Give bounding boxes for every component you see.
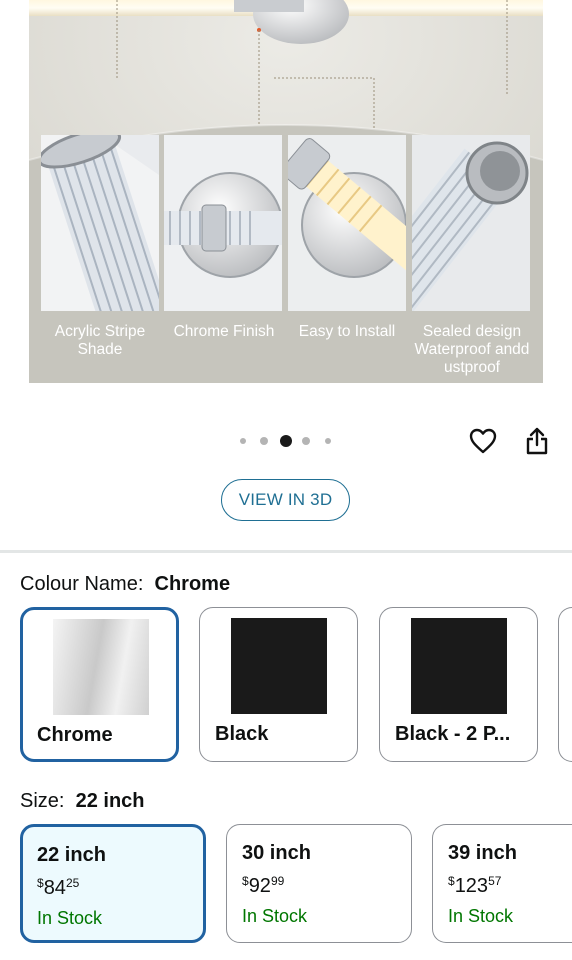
colour-option-partial[interactable] <box>558 607 572 762</box>
size-option-39-inch[interactable]: 39 inch $12357 In Stock <box>432 824 572 943</box>
black-swatch-image <box>231 618 327 714</box>
feature-image-acrylic-shade <box>41 135 159 311</box>
section-divider <box>0 550 572 553</box>
colour-option-black-2-pack[interactable]: Black - 2 P... <box>379 607 538 762</box>
feature-caption: Chrome Finish <box>173 323 275 340</box>
size-label: Size: <box>20 790 65 812</box>
carousel-dot[interactable] <box>302 437 310 445</box>
carousel-dot[interactable] <box>260 437 268 445</box>
colour-option-black[interactable]: Black <box>199 607 358 762</box>
feature-caption: Easy to Install <box>298 323 396 340</box>
size-label-row: Size: 22 inch <box>20 790 145 813</box>
carousel-dot[interactable] <box>325 438 331 444</box>
carousel-dot[interactable] <box>240 438 246 444</box>
feature-image-chrome-finish <box>164 135 282 311</box>
view-in-3d-button[interactable]: VIEW IN 3D <box>221 479 350 521</box>
feature-caption: Sealed design Waterproof andd ustproof <box>414 323 530 376</box>
colour-option-label: Black - 2 P... <box>395 723 511 745</box>
colour-option-label: Chrome <box>37 724 113 746</box>
size-option-price: $12357 <box>448 874 502 897</box>
colour-label: Colour Name: <box>20 573 144 595</box>
share-button[interactable] <box>520 424 554 458</box>
size-option-price: $8425 <box>37 876 80 899</box>
size-option-name: 30 inch <box>242 842 311 864</box>
share-icon <box>526 427 548 455</box>
favorite-button[interactable] <box>466 424 500 458</box>
size-option-name: 39 inch <box>448 842 517 864</box>
size-selected-value: 22 inch <box>75 790 145 812</box>
feature-image-easy-install <box>288 135 406 311</box>
colour-option-label: Black <box>215 723 269 745</box>
size-option-stock: In Stock <box>37 908 103 928</box>
size-option-30-inch[interactable]: 30 inch $9299 In Stock <box>226 824 412 943</box>
size-option-name: 22 inch <box>37 844 106 866</box>
size-option-price: $9299 <box>242 874 285 897</box>
colour-selected-value: Chrome <box>154 573 231 595</box>
feature-image-waterproof <box>412 135 530 311</box>
product-image[interactable]: Acrylic Stripe Shade Chrome Finish Easy … <box>29 0 543 383</box>
heart-icon <box>469 428 497 454</box>
colour-label-row: Colour Name: Chrome <box>20 573 230 596</box>
chrome-swatch-image <box>53 619 149 715</box>
size-option-22-inch[interactable]: 22 inch $8425 In Stock <box>20 824 206 943</box>
carousel-dot-active[interactable] <box>280 435 292 447</box>
feature-caption: Acrylic Stripe Shade <box>54 323 146 358</box>
size-option-stock: In Stock <box>242 906 308 926</box>
size-option-stock: In Stock <box>448 906 514 926</box>
black-swatch-image <box>411 618 507 714</box>
colour-option-chrome[interactable]: Chrome <box>20 607 179 762</box>
